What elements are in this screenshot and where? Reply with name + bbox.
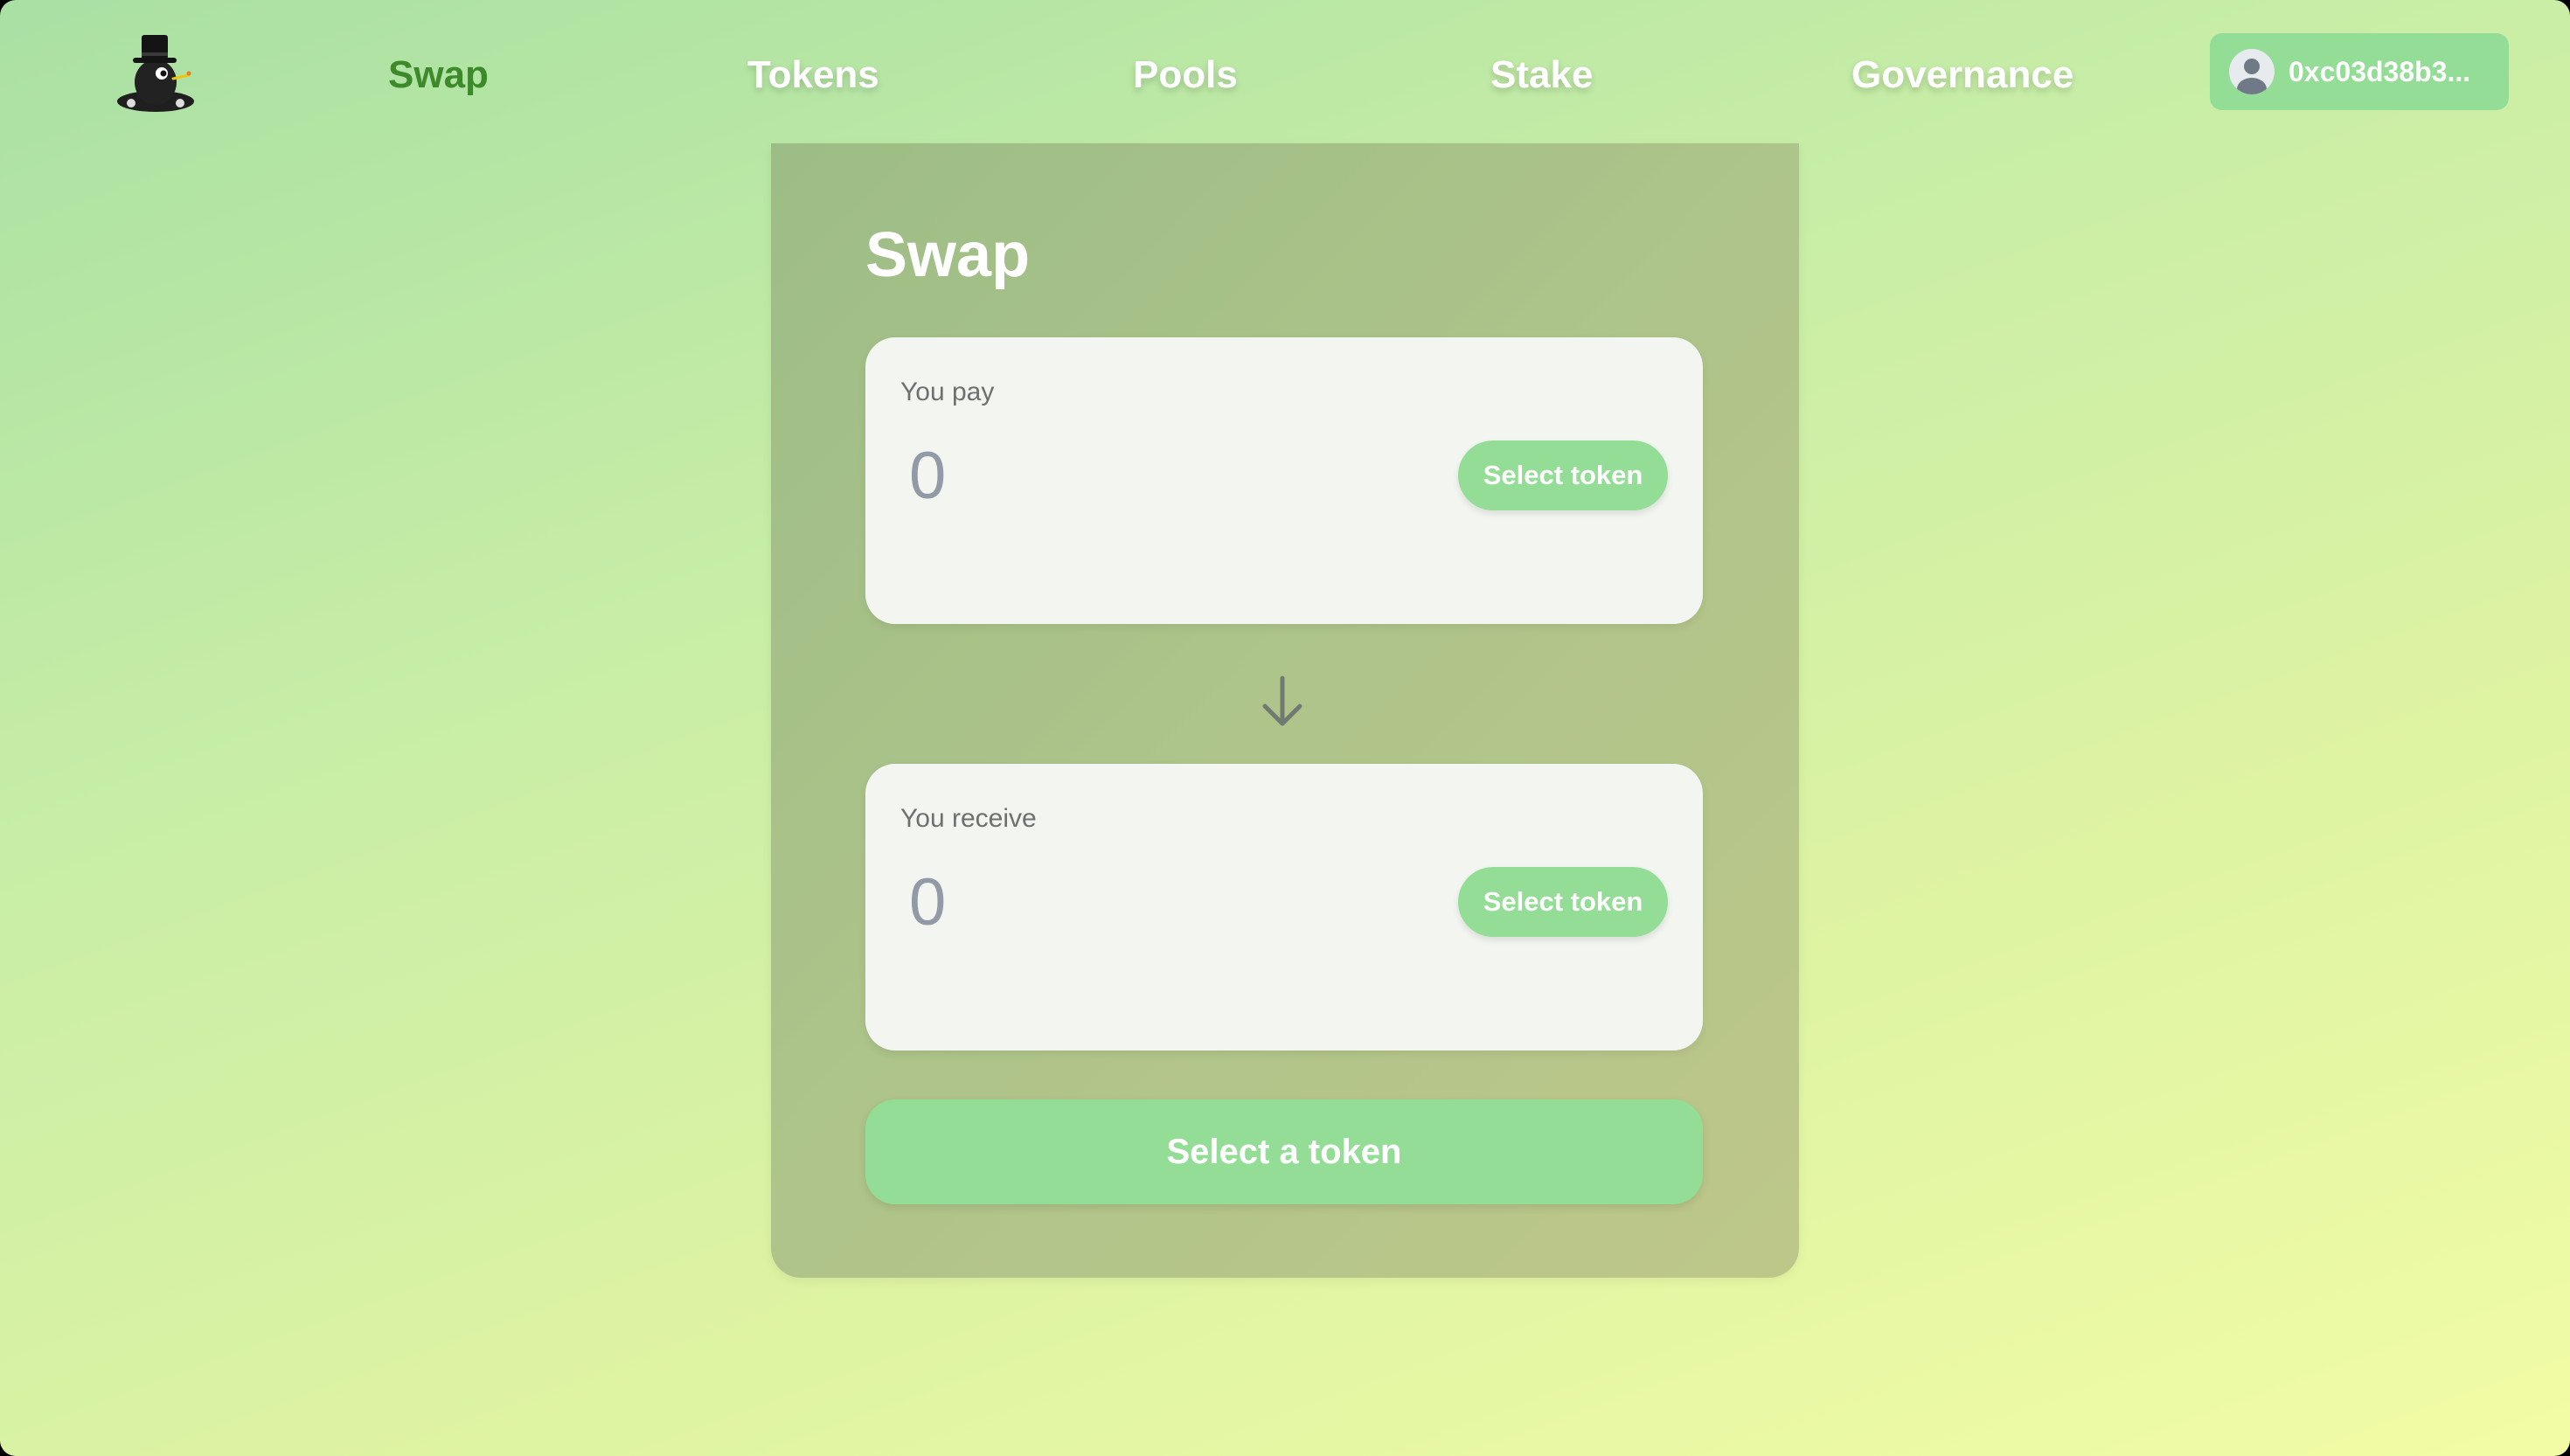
- receive-amount-input[interactable]: [900, 858, 1390, 946]
- top-navigation: Swap Tokens Pools Stake Governance 0xc03…: [0, 0, 2570, 145]
- nav-governance[interactable]: Governance: [1851, 49, 2073, 101]
- receive-select-token-button[interactable]: Select token: [1458, 867, 1668, 937]
- receive-panel: You receive Select token: [865, 764, 1703, 1050]
- swap-title: Swap: [865, 220, 1031, 290]
- user-avatar-icon: [2229, 49, 2275, 94]
- nav-swap[interactable]: Swap: [388, 49, 489, 101]
- wallet-button[interactable]: 0xc03d38b3...: [2210, 33, 2509, 110]
- nav-stake[interactable]: Stake: [1490, 49, 1593, 101]
- pay-panel: You pay Select token: [865, 337, 1703, 624]
- top-hat-mole-logo-icon[interactable]: [115, 31, 203, 115]
- pay-amount-input[interactable]: [900, 432, 1390, 519]
- select-a-token-button[interactable]: Select a token: [865, 1099, 1703, 1204]
- arrow-down-icon[interactable]: [1247, 668, 1317, 738]
- pay-select-token-button[interactable]: Select token: [1458, 440, 1668, 510]
- wallet-address: 0xc03d38b3...: [2289, 55, 2471, 87]
- swap-card: Swap You pay Select token You receive Se…: [771, 143, 1799, 1278]
- pay-label: You pay: [900, 378, 995, 406]
- nav-pools[interactable]: Pools: [1133, 49, 1238, 101]
- nav-tokens[interactable]: Tokens: [747, 49, 879, 101]
- app-window: Swap Tokens Pools Stake Governance 0xc03…: [0, 0, 2570, 1456]
- receive-label: You receive: [900, 804, 1037, 833]
